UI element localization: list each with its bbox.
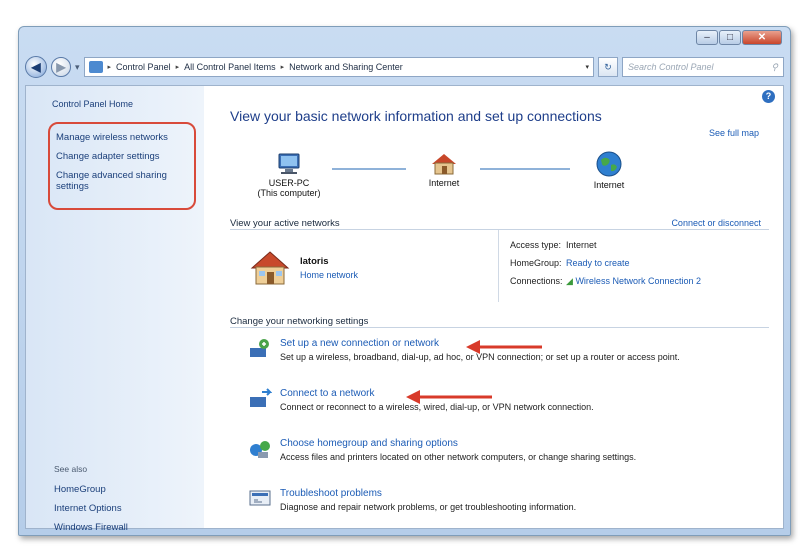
back-button[interactable]: ◀ bbox=[25, 56, 47, 78]
troubleshoot-link[interactable]: Troubleshoot problems bbox=[280, 488, 382, 499]
breadcrumb-all-items[interactable]: All Control Panel Items bbox=[184, 62, 276, 72]
network-house-icon bbox=[250, 251, 290, 285]
annotation-arrow-icon bbox=[466, 340, 542, 354]
internet-options-link[interactable]: Internet Options bbox=[54, 503, 122, 514]
see-full-map-link[interactable]: See full map bbox=[709, 128, 759, 138]
breadcrumb-network-center[interactable]: Network and Sharing Center bbox=[289, 62, 403, 72]
map-node-sublabel: (This computer) bbox=[257, 188, 321, 198]
network-name: latoris bbox=[300, 256, 329, 267]
new-connection-icon bbox=[250, 339, 269, 357]
network-sharing-window: – □ ✕ ◀ ▶ ▾ ▸ Control Panel ▸ All Contro… bbox=[18, 26, 791, 536]
map-node-internet: Internet bbox=[574, 150, 644, 190]
navigation-bar: ◀ ▶ ▾ ▸ Control Panel ▸ All Control Pane… bbox=[25, 54, 784, 80]
connect-network-link[interactable]: Connect to a network bbox=[280, 388, 375, 399]
control-panel-home-link[interactable]: Control Panel Home bbox=[52, 99, 133, 109]
network-type-link[interactable]: Home network bbox=[300, 270, 358, 280]
troubleshoot-desc: Diagnose and repair network problems, or… bbox=[280, 502, 577, 512]
search-icon: ⚲ bbox=[771, 61, 778, 72]
highlighted-task-group: Manage wireless networks Change adapter … bbox=[48, 122, 196, 210]
setup-connection-link[interactable]: Set up a new connection or network bbox=[280, 338, 439, 349]
access-type-row: Access type: Internet bbox=[510, 240, 597, 250]
windows-firewall-link[interactable]: Windows Firewall bbox=[54, 522, 128, 533]
see-also-heading: See also bbox=[54, 464, 88, 474]
search-input[interactable]: Search Control Panel ⚲ bbox=[622, 57, 784, 77]
map-node-label: Internet bbox=[593, 180, 625, 190]
page-title: View your basic network information and … bbox=[230, 108, 602, 124]
recent-pages-icon[interactable]: ▾ bbox=[75, 62, 80, 73]
sidebar: Control Panel Home Manage wireless netwo… bbox=[26, 86, 204, 533]
annotation-arrow-icon bbox=[406, 390, 492, 404]
client-area: Control Panel Home Manage wireless netwo… bbox=[25, 85, 784, 533]
connect-disconnect-link[interactable]: Connect or disconnect bbox=[671, 218, 761, 228]
breadcrumb-control-panel[interactable]: Control Panel bbox=[116, 62, 171, 72]
main-panel: ? View your basic network information an… bbox=[204, 86, 783, 528]
computer-icon bbox=[278, 153, 300, 174]
homegroup-row: HomeGroup: Ready to create bbox=[510, 258, 630, 268]
globe-icon bbox=[596, 151, 622, 177]
connection-name: Wireless Network Connection 2 bbox=[575, 276, 701, 286]
search-placeholder: Search Control Panel bbox=[628, 62, 714, 72]
homegroup-sharing-link[interactable]: Choose homegroup and sharing options bbox=[280, 438, 458, 449]
access-type-label: Access type: bbox=[510, 240, 562, 250]
map-node-label: Internet bbox=[428, 178, 460, 188]
address-bar[interactable]: ▸ Control Panel ▸ All Control Panel Item… bbox=[83, 57, 594, 77]
maximize-button[interactable]: □ bbox=[719, 30, 741, 45]
manage-wireless-networks-link[interactable]: Manage wireless networks bbox=[56, 132, 188, 143]
troubleshoot-icon bbox=[249, 490, 271, 506]
active-networks-title: View your active networks bbox=[230, 218, 340, 229]
help-icon[interactable]: ? bbox=[762, 90, 775, 103]
change-settings-section: Change your networking settings bbox=[230, 316, 769, 328]
close-button[interactable]: ✕ bbox=[742, 30, 782, 45]
home-network-icon bbox=[432, 154, 456, 175]
change-adapter-settings-link[interactable]: Change adapter settings bbox=[56, 151, 188, 162]
homegroup-value-link[interactable]: Ready to create bbox=[566, 258, 630, 268]
connect-network-icon bbox=[250, 388, 272, 407]
address-dropdown-icon[interactable]: ▾ bbox=[585, 63, 589, 71]
connection-line bbox=[332, 168, 406, 170]
divider bbox=[498, 230, 499, 302]
connection-line bbox=[480, 168, 570, 170]
connections-label: Connections: bbox=[510, 276, 563, 286]
map-node-house: Internet bbox=[414, 152, 474, 188]
access-type-value: Internet bbox=[566, 240, 597, 250]
change-settings-title: Change your networking settings bbox=[230, 316, 369, 327]
homegroup-sharing-icon bbox=[250, 441, 270, 458]
active-networks-section: View your active networks Connect or dis… bbox=[230, 218, 769, 230]
homegroup-label: HomeGroup: bbox=[510, 258, 562, 268]
control-panel-icon bbox=[88, 61, 103, 73]
connections-row: Connections: ◢ Wireless Network Connecti… bbox=[510, 276, 701, 287]
homegroup-link[interactable]: HomeGroup bbox=[54, 484, 106, 495]
forward-button[interactable]: ▶ bbox=[51, 57, 71, 77]
caption-buttons: – □ ✕ bbox=[696, 30, 782, 45]
wireless-signal-icon: ◢ bbox=[566, 276, 573, 286]
homegroup-sharing-desc: Access files and printers located on oth… bbox=[280, 452, 637, 462]
refresh-button[interactable]: ↻ bbox=[598, 57, 618, 77]
connection-link[interactable]: ◢ Wireless Network Connection 2 bbox=[566, 276, 701, 287]
map-node-label: USER-PC bbox=[268, 178, 310, 188]
minimize-button[interactable]: – bbox=[696, 30, 718, 45]
map-node-computer: USER-PC (This computer) bbox=[244, 152, 334, 198]
change-advanced-sharing-link[interactable]: Change advanced sharing settings bbox=[56, 170, 188, 192]
